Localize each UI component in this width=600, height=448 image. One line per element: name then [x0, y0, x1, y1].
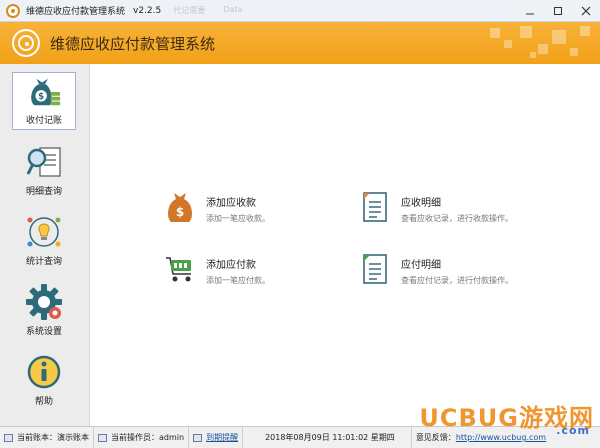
minimize-button[interactable]	[516, 0, 544, 22]
sidebar-item-label: 明细查询	[25, 187, 62, 197]
window-controls	[516, 0, 600, 22]
current-operator-text: 当前操作员：admin	[111, 433, 185, 442]
close-icon	[581, 6, 591, 16]
current-operator: 当前操作员：admin	[94, 426, 190, 448]
add-payable-button[interactable]: 添加应付款 添加一笔应付款。	[164, 252, 270, 286]
money-bag-icon: $	[168, 193, 192, 222]
action-description: 查看应收记录，进行收款操作。	[401, 214, 513, 223]
target-logo-icon	[12, 29, 40, 57]
action-title: 添加应付款	[206, 260, 256, 271]
system-title: 维德应收应付款管理系统	[50, 34, 216, 53]
sidebar-item-detail-query[interactable]: 明细查询	[12, 142, 76, 200]
document-list-icon	[363, 192, 387, 222]
sidebar-item-settings[interactable]: 系统设置	[12, 282, 76, 340]
receivable-details-button[interactable]: 应收明细 查看应收记录，进行收款操作。	[359, 190, 513, 224]
sidebar-item-label: 帮助	[34, 397, 53, 407]
money-bag-icon: $	[31, 78, 61, 106]
minimize-icon	[526, 13, 534, 15]
action-title: 应收明细	[401, 198, 441, 209]
user-icon	[98, 433, 107, 442]
maximize-icon	[554, 7, 562, 15]
action-title: 应付明细	[401, 260, 441, 271]
watermark-logo: UCBUG游戏网 .com	[419, 398, 594, 437]
svg-text:$: $	[176, 205, 184, 219]
action-description: 查看应付记录，进行付款操作。	[401, 276, 513, 285]
sidebar-item-statistics[interactable]: 统计查询	[12, 212, 76, 270]
magnifier-report-icon	[26, 147, 61, 177]
datetime: 2018年08月09日 11:01:02 星期四	[243, 426, 412, 448]
lightbulb-chart-icon	[27, 217, 61, 247]
current-account-text: 当前账本：演示账本	[17, 433, 89, 442]
app-header: 维德应收应付款管理系统	[0, 22, 600, 64]
window-title: 维德应收应付款管理系统	[26, 7, 126, 17]
svg-text:$: $	[38, 92, 44, 102]
action-description: 添加一笔应付款。	[206, 276, 270, 285]
action-title: 添加应收款	[206, 198, 256, 209]
title-bar: 维德应收应付款管理系统 v2.2.5 代记需要 Data	[0, 0, 600, 22]
datetime-text: 2018年08月09日 11:01:02 星期四	[265, 433, 395, 442]
sidebar: $ 收付记账 明细查询 统计查询 系统设置 帮助	[0, 64, 90, 426]
main-panel: $ 添加应收款 添加一笔应收款。 应收明细 查看应收记录，进行收款操作。 添加应…	[91, 64, 600, 426]
due-reminder-link[interactable]: 到期提醒	[206, 432, 238, 443]
version-label: v2.2.5	[133, 5, 162, 16]
app-logo-icon	[6, 3, 20, 18]
feedback-link[interactable]: http://www.ucbug.com	[456, 433, 546, 442]
shopping-cart-icon	[166, 257, 191, 282]
background-tab: Data	[223, 5, 243, 14]
due-reminder[interactable]: 到期提醒	[189, 426, 244, 448]
sidebar-item-label: 收付记账	[25, 116, 62, 126]
feedback-label: 意见反馈：	[415, 433, 456, 442]
watermark-domain: .com	[556, 424, 590, 437]
payable-details-button[interactable]: 应付明细 查看应付记录，进行付款操作。	[359, 252, 513, 286]
action-description: 添加一笔应收款。	[206, 214, 270, 223]
sidebar-item-help[interactable]: 帮助	[12, 352, 76, 410]
header-decoration	[420, 22, 600, 64]
sidebar-item-label: 统计查询	[25, 257, 62, 267]
current-account: 当前账本：演示账本	[0, 426, 94, 448]
close-button[interactable]	[572, 0, 600, 22]
bell-icon	[193, 433, 203, 442]
document-list-icon	[363, 254, 387, 284]
gear-icon	[26, 284, 62, 320]
maximize-button[interactable]	[544, 0, 572, 22]
info-icon	[27, 355, 61, 389]
background-tabs: 代记需要 Data	[173, 5, 242, 16]
sidebar-item-bookkeeping[interactable]: $ 收付记账	[12, 72, 76, 130]
ledger-icon	[4, 433, 13, 442]
sidebar-item-label: 系统设置	[25, 327, 62, 337]
add-receivable-button[interactable]: $ 添加应收款 添加一笔应收款。	[164, 190, 270, 224]
background-tab: 代记需要	[173, 6, 206, 15]
